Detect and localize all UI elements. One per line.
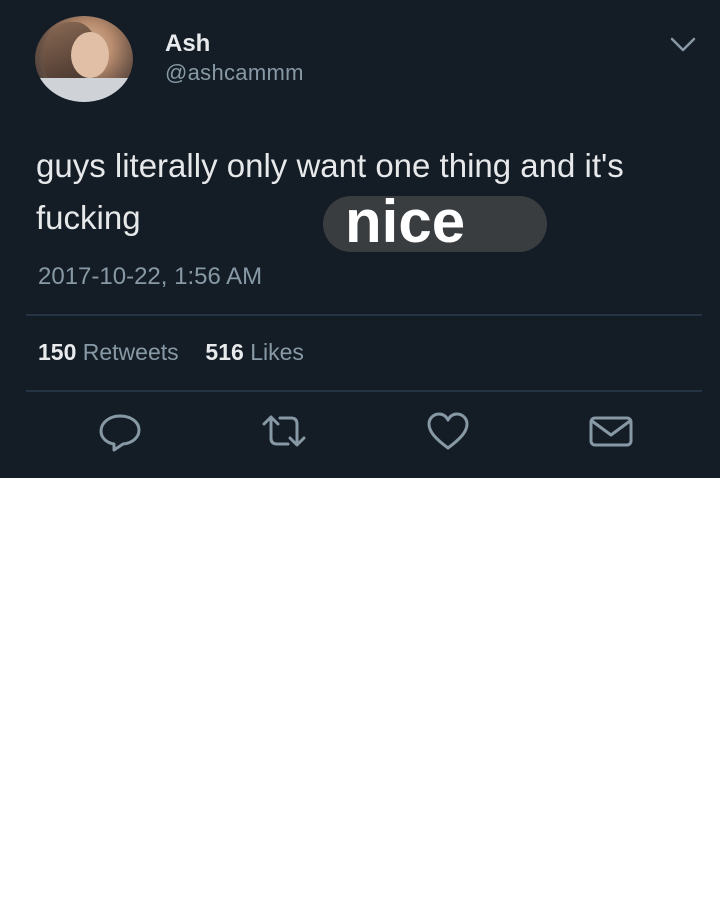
tweet-stats: 150 Retweets 516 Likes bbox=[38, 339, 304, 366]
tweet-card: Ash @ashcammm guys literally only want o… bbox=[0, 0, 720, 478]
retweets-label[interactable]: Retweets bbox=[83, 339, 179, 365]
nice-overlay-word: nice bbox=[345, 188, 466, 255]
like-button[interactable] bbox=[424, 410, 472, 452]
reply-button[interactable] bbox=[96, 410, 144, 452]
likes-label[interactable]: Likes bbox=[250, 339, 304, 365]
envelope-icon bbox=[589, 416, 633, 447]
message-button[interactable] bbox=[587, 410, 635, 452]
display-name[interactable]: Ash bbox=[165, 30, 210, 58]
reply-icon bbox=[99, 414, 141, 452]
tweet-timestamp: 2017-10-22, 1:56 AM bbox=[38, 263, 263, 290]
chevron-down-icon[interactable] bbox=[670, 36, 696, 54]
likes-count[interactable]: 516 bbox=[205, 339, 243, 365]
avatar[interactable] bbox=[35, 16, 133, 102]
avatar-shirt bbox=[35, 78, 133, 102]
retweets-count[interactable]: 150 bbox=[38, 339, 76, 365]
retweet-button[interactable] bbox=[260, 410, 308, 452]
heart-icon bbox=[427, 412, 469, 450]
retweet-icon bbox=[262, 415, 306, 447]
avatar-face bbox=[71, 32, 109, 78]
divider-bottom bbox=[26, 390, 702, 392]
user-handle[interactable]: @ashcammm bbox=[165, 60, 304, 86]
divider-top bbox=[26, 314, 702, 316]
